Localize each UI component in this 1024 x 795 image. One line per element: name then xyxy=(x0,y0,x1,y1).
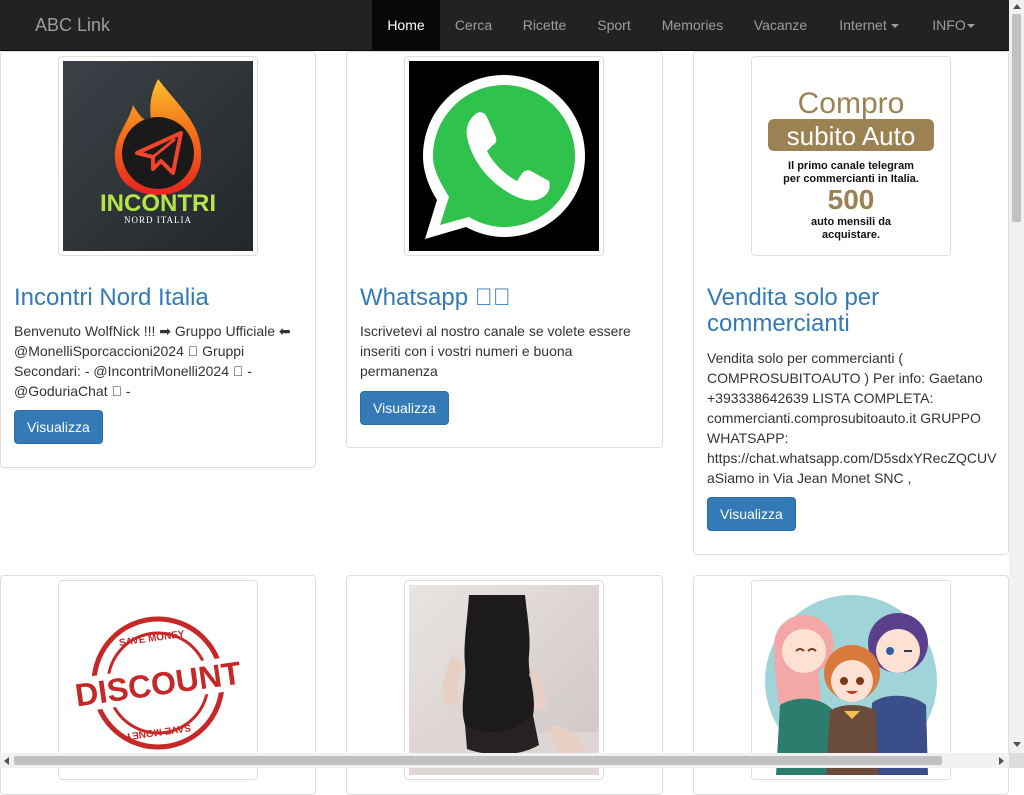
card-description: Iscrivetevi al nostro canale se volete e… xyxy=(360,323,631,379)
channel-thumbnail[interactable] xyxy=(751,580,951,780)
nav-info-label: INFO xyxy=(932,17,966,33)
scrollbar-corner xyxy=(1009,753,1024,768)
logo-line-3: Il primo canale telegram xyxy=(788,160,914,172)
incontri-logo-word: INCONTRI xyxy=(100,190,216,217)
nav-cerca-label: Cerca xyxy=(454,17,493,33)
channel-thumbnail[interactable] xyxy=(404,580,604,780)
photo-image xyxy=(409,585,599,775)
scroll-up-arrow-icon[interactable] xyxy=(1013,4,1021,9)
channel-thumbnail[interactable]: Compro subito Auto Il primo canale teleg… xyxy=(751,56,951,256)
scroll-right-arrow-icon[interactable] xyxy=(999,757,1004,765)
top-navbar: ABC Link Home Cerca Ricette Sport Memori… xyxy=(0,0,1009,51)
nav-vacanze[interactable]: Vacanze xyxy=(739,0,822,50)
logo-number: 500 xyxy=(828,184,875,215)
scroll-down-arrow-icon[interactable] xyxy=(1013,742,1021,747)
incontri-logo-image: INCONTRI NORD ITALIA xyxy=(63,61,253,251)
view-button[interactable]: Visualizza xyxy=(707,497,796,531)
nav-memories-label: Memories xyxy=(661,17,724,33)
channel-card-commercianti: Compro subito Auto Il primo canale teleg… xyxy=(693,51,1009,555)
nav-sport[interactable]: Sport xyxy=(582,0,646,50)
view-button[interactable]: Visualizza xyxy=(14,410,103,444)
brand-link[interactable]: ABC Link xyxy=(35,0,110,50)
discount-stamp-image: SAVE MONEY SAVE MONEY DISCOUNT xyxy=(63,585,253,775)
nav-internet-label: Internet xyxy=(839,17,887,33)
channel-thumbnail[interactable]: SAVE MONEY SAVE MONEY DISCOUNT xyxy=(58,580,258,780)
vertical-scrollbar-thumb[interactable] xyxy=(1012,14,1021,222)
horizontal-scrollbar-thumb[interactable] xyxy=(14,756,942,765)
nav-cerca[interactable]: Cerca xyxy=(440,0,507,50)
nav-info-dropdown[interactable]: INFO xyxy=(916,0,991,50)
nav-home-label: Home xyxy=(387,17,425,33)
caret-down-icon xyxy=(966,24,975,29)
channel-card-incontri: INCONTRI NORD ITALIA Incontri Nord Itali… xyxy=(0,51,316,468)
logo-line-5: auto mensili da xyxy=(811,216,892,228)
channel-thumbnail[interactable]: INCONTRI NORD ITALIA xyxy=(58,56,258,256)
horizontal-scrollbar[interactable] xyxy=(0,753,1009,768)
logo-line-6: acquistare. xyxy=(822,229,880,241)
view-button[interactable]: Visualizza xyxy=(360,391,449,425)
channel-thumbnail[interactable] xyxy=(404,56,604,256)
channel-card-whatsapp: Whatsapp ⃣⃣ Iscrivetevi al nostro canale… xyxy=(346,51,663,448)
logo-line-1: Compro xyxy=(798,87,905,120)
nav-sport-label: Sport xyxy=(597,17,631,33)
card-title[interactable]: Whatsapp ⃣⃣ xyxy=(360,285,511,311)
logo-line-2: subito Auto xyxy=(787,121,916,151)
nav-vacanze-label: Vacanze xyxy=(753,17,808,33)
nav-internet-dropdown[interactable]: Internet xyxy=(822,0,916,50)
incontri-logo-sub: NORD ITALIA xyxy=(124,215,192,225)
compro-subito-auto-image: Compro subito Auto Il primo canale teleg… xyxy=(756,61,946,251)
caret-down-icon xyxy=(890,24,899,29)
card-description: Vendita solo per commercianti ( COMPROSU… xyxy=(707,350,997,486)
whatsapp-logo-image xyxy=(409,61,599,251)
card-title[interactable]: Vendita solo per commercianti xyxy=(707,285,997,337)
nav-memories[interactable]: Memories xyxy=(646,0,739,50)
card-description: Benvenuto WolfNick !!! ➡ Gruppo Ufficial… xyxy=(14,323,291,399)
nav-ricette-label: Ricette xyxy=(522,17,567,33)
anime-friends-image xyxy=(756,585,946,775)
nav-ricette[interactable]: Ricette xyxy=(507,0,582,50)
card-title[interactable]: Incontri Nord Italia xyxy=(14,285,209,311)
scroll-left-arrow-icon[interactable] xyxy=(4,757,9,765)
nav-home[interactable]: Home xyxy=(372,0,440,50)
vertical-scrollbar[interactable] xyxy=(1009,0,1024,753)
